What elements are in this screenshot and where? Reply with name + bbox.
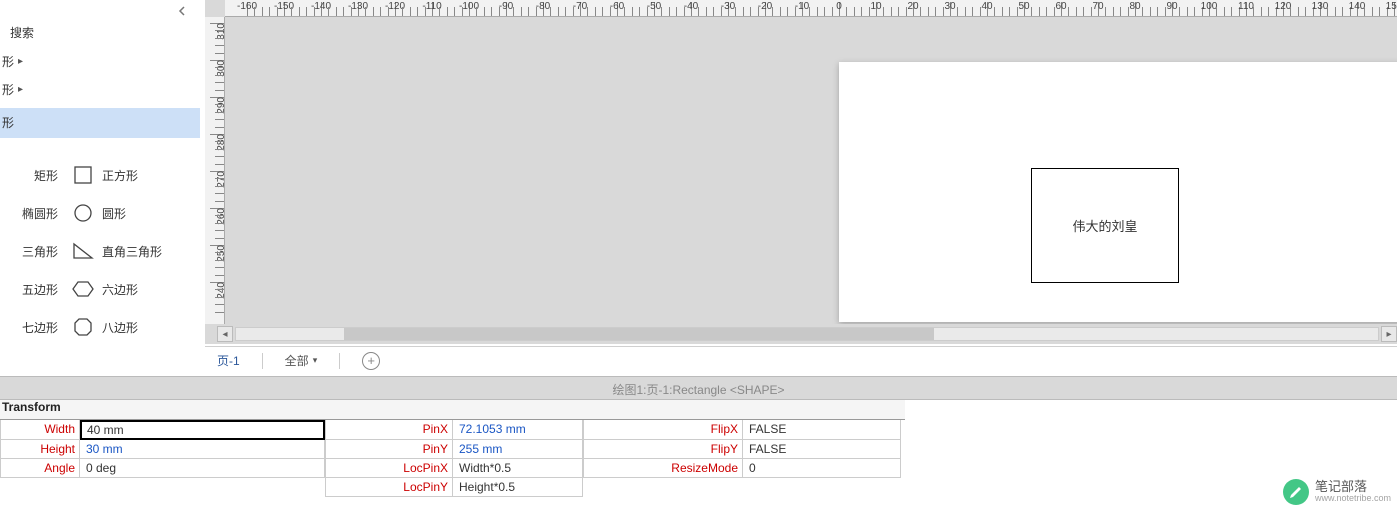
collapse-icon[interactable] (172, 2, 192, 20)
chevron-right-icon: ▸ (18, 52, 23, 72)
label-resizemode: ResizeMode (583, 459, 743, 478)
category-3-label: 形 (2, 113, 14, 133)
shapes-sidebar: 搜索 形▸ 形▸ 形 矩形 正方形 椭圆形 圆形 三角形 直角三角形 五边形 六… (0, 0, 200, 344)
tab-page-1[interactable]: 页-1 (217, 352, 240, 369)
horizontal-scrollbar[interactable]: ◂ ▸ (217, 326, 1397, 342)
add-page-button[interactable]: + (362, 352, 380, 370)
category-2[interactable]: 形▸ (0, 80, 200, 100)
category-3-selected[interactable]: 形 (0, 113, 200, 133)
scroll-thumb[interactable] (344, 328, 934, 340)
search-label[interactable]: 搜索 (0, 22, 200, 44)
rectangle-shape[interactable]: 伟大的刘皇 (1031, 168, 1179, 283)
value-flipy[interactable]: FALSE (743, 440, 901, 459)
value-locpiny[interactable]: Height*0.5 (453, 478, 583, 497)
octagon-icon[interactable] (72, 316, 94, 338)
chevron-right-icon: ▸ (18, 80, 23, 100)
transform-table: Transform Width 40 mm PinX 72.1053 mm Fl… (0, 400, 905, 497)
watermark-title: 笔记部落 (1315, 480, 1391, 494)
label-angle: Angle (0, 459, 80, 478)
label-locpiny: LocPinY (325, 478, 453, 497)
label-locpinx: LocPinX (325, 459, 453, 478)
shape-row: 五边形 六边形 (0, 270, 200, 308)
watermark-text: 笔记部落 www.notetribe.com (1315, 480, 1391, 504)
tab-separator (339, 353, 340, 369)
value-piny[interactable]: 255 mm (453, 440, 583, 459)
value-width[interactable]: 40 mm (80, 420, 325, 440)
tab-all-label: 全部 (285, 352, 309, 369)
circle-icon[interactable] (72, 202, 94, 224)
scroll-track[interactable] (235, 327, 1379, 341)
value-height[interactable]: 30 mm (80, 440, 325, 459)
square-icon[interactable] (72, 164, 94, 186)
property-bar: 绘图1:页-1:Rectangle <SHAPE> (0, 376, 1397, 400)
value-flipx[interactable]: FALSE (743, 420, 901, 440)
label-flipy: FlipY (583, 440, 743, 459)
label-width: Width (0, 420, 80, 440)
shape-hex-label[interactable]: 六边形 (102, 281, 138, 298)
tab-all[interactable]: 全部 ▾ (285, 352, 318, 369)
category-1-label: 形 (2, 52, 14, 72)
shape-circle-label[interactable]: 圆形 (102, 205, 126, 222)
shape-tri-label[interactable]: 三角形 (0, 243, 64, 260)
shape-row: 椭圆形 圆形 (0, 194, 200, 232)
page-tabs: 页-1 全部 ▾ + (205, 346, 1397, 374)
shape-rect-label[interactable]: 矩形 (0, 167, 64, 184)
label-piny: PinY (325, 440, 453, 459)
shape-row: 七边形 八边形 (0, 308, 200, 346)
canvas-area: -160-150-140-130-120-110-100-90-80-70-60… (205, 0, 1397, 344)
chevron-down-icon: ▾ (313, 355, 318, 366)
category-1[interactable]: 形▸ (0, 52, 200, 72)
shape-pent-label[interactable]: 五边形 (0, 281, 64, 298)
label-flipx: FlipX (583, 420, 743, 440)
scroll-right-button[interactable]: ▸ (1381, 326, 1397, 342)
shape-oct-label[interactable]: 八边形 (102, 319, 138, 336)
label-height: Height (0, 440, 80, 459)
shape-row: 矩形 正方形 (0, 156, 200, 194)
drawing-page[interactable]: 伟大的刘皇 (839, 62, 1397, 322)
watermark-icon (1283, 479, 1309, 505)
transform-header: Transform (0, 400, 905, 420)
shape-rtri-label[interactable]: 直角三角形 (102, 243, 162, 260)
watermark: 笔记部落 www.notetribe.com (1283, 479, 1391, 505)
hexagon-icon[interactable] (72, 278, 94, 300)
shape-ellipse-label[interactable]: 椭圆形 (0, 205, 64, 222)
value-pinx[interactable]: 72.1053 mm (453, 420, 583, 440)
shape-grid: 矩形 正方形 椭圆形 圆形 三角形 直角三角形 五边形 六边形 七边形 八边形 (0, 156, 200, 346)
selection-path: 绘图1:页-1:Rectangle <SHAPE> (612, 381, 784, 398)
label-pinx: PinX (325, 420, 453, 440)
value-locpinx[interactable]: Width*0.5 (453, 459, 583, 478)
value-angle[interactable]: 0 deg (80, 459, 325, 478)
shape-square-label[interactable]: 正方形 (102, 167, 138, 184)
shape-row: 三角形 直角三角形 (0, 232, 200, 270)
drawing-canvas[interactable]: 伟大的刘皇 (225, 17, 1397, 324)
scroll-left-button[interactable]: ◂ (217, 326, 233, 342)
category-2-label: 形 (2, 80, 14, 100)
value-resizemode[interactable]: 0 (743, 459, 901, 478)
shape-hept-label[interactable]: 七边形 (0, 319, 64, 336)
tab-separator (262, 353, 263, 369)
right-triangle-icon[interactable] (72, 240, 94, 262)
watermark-sub: www.notetribe.com (1315, 494, 1391, 504)
horizontal-ruler[interactable]: -160-150-140-130-120-110-100-90-80-70-60… (225, 0, 1397, 17)
vertical-ruler[interactable]: 310300290280270260250240 (205, 17, 225, 324)
